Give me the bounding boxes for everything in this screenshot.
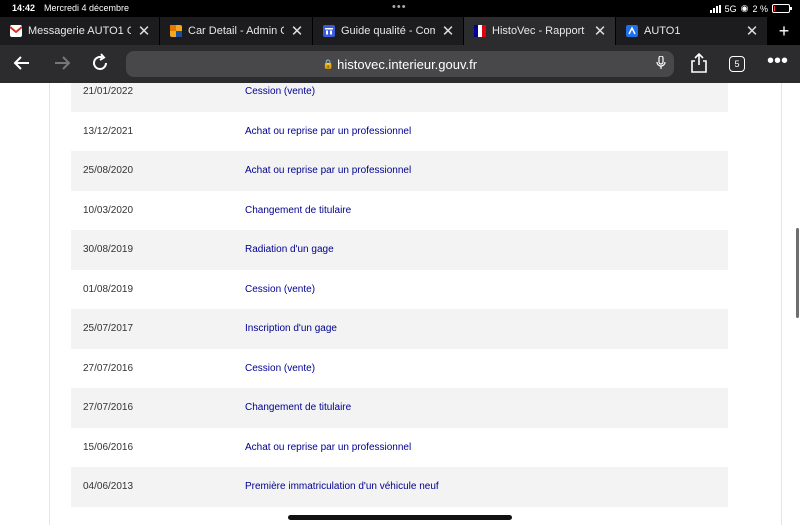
tab-messagerie[interactable]: Messagerie AUTO1 Gr ✕ xyxy=(0,17,160,45)
row-event: Cession (vente) xyxy=(245,362,316,374)
table-row: 15/06/2016 Achat ou reprise par un profe… xyxy=(71,427,728,467)
cellular-signal-icon xyxy=(709,4,721,13)
tab-title: AUTO1 xyxy=(644,25,681,37)
row-event: Achat ou reprise par un professionnel xyxy=(245,165,412,177)
guide-icon xyxy=(323,25,335,37)
arrow-left-icon xyxy=(13,56,29,70)
row-event: Inscription d'un gage xyxy=(245,323,337,335)
tab-guide-qualite[interactable]: Guide qualité - Comm ✕ xyxy=(313,17,464,45)
share-icon xyxy=(691,52,707,73)
row-date: 27/07/2016 xyxy=(83,402,134,414)
table-row: 25/08/2020 Achat ou reprise par un profe… xyxy=(71,151,728,191)
close-icon[interactable]: ✕ xyxy=(593,22,607,40)
url-text: histovec.interieur.gouv.fr xyxy=(337,56,478,72)
new-tab-button[interactable]: + xyxy=(768,17,800,45)
multitask-dots[interactable]: ••• xyxy=(392,1,407,13)
forward-button[interactable] xyxy=(52,53,72,78)
reload-icon xyxy=(93,53,107,70)
tab-overview-button[interactable]: 5 xyxy=(729,56,745,72)
reload-button[interactable] xyxy=(90,53,110,78)
location-icon: ◉ xyxy=(740,3,749,13)
table-row: 10/03/2020 Changement de titulaire xyxy=(71,190,728,230)
row-event: Changement de titulaire xyxy=(245,402,352,414)
row-event: Cession (vente) xyxy=(245,283,316,295)
gmail-icon xyxy=(9,25,23,37)
plus-icon: + xyxy=(778,20,790,41)
admin-icon xyxy=(170,25,182,37)
network-type: 5G xyxy=(724,3,737,14)
web-content: 21/01/2022 Cession (vente) 13/12/2021 Ac… xyxy=(0,83,800,525)
table-row: 27/07/2016 Changement de titulaire xyxy=(71,388,728,428)
row-date: 13/12/2021 xyxy=(83,125,134,137)
tab-title: Guide qualité - Comm xyxy=(341,25,435,37)
row-event: Achat ou reprise par un professionnel xyxy=(245,125,412,137)
row-date: 30/08/2019 xyxy=(83,244,134,256)
share-button[interactable] xyxy=(690,52,708,79)
close-icon[interactable]: ✕ xyxy=(137,22,151,40)
table-row: 01/08/2019 Cession (vente) xyxy=(71,269,728,309)
row-date: 25/07/2017 xyxy=(83,323,134,335)
row-date: 01/08/2019 xyxy=(83,283,134,295)
ellipsis-icon: ••• xyxy=(767,50,789,72)
tab-title: Messagerie AUTO1 Gr xyxy=(28,25,131,37)
tab-auto1[interactable]: AUTO1 ✕ xyxy=(616,17,768,45)
address-bar[interactable]: 🔒 histovec.interieur.gouv.fr xyxy=(126,51,674,77)
browser-toolbar: 🔒 histovec.interieur.gouv.fr 5 ••• xyxy=(0,45,800,83)
tab-title: Car Detail - Admin Ce xyxy=(188,25,284,37)
home-indicator[interactable] xyxy=(288,515,512,520)
scrollbar[interactable] xyxy=(796,228,799,318)
table-row: 04/06/2013 Première immatriculation d'un… xyxy=(71,467,728,507)
table-row: 21/01/2022 Cession (vente) xyxy=(71,83,728,112)
arrow-right-icon xyxy=(55,56,71,70)
tab-bar: Messagerie AUTO1 Gr ✕ Car Detail - Admin… xyxy=(0,17,800,45)
row-event: Achat ou reprise par un professionnel xyxy=(245,441,412,453)
tab-title: HistoVec - Rapport ve xyxy=(492,25,587,37)
tab-car-detail[interactable]: Car Detail - Admin Ce ✕ xyxy=(160,17,313,45)
table-row: 13/12/2021 Achat ou reprise par un profe… xyxy=(71,111,728,151)
divider xyxy=(781,83,782,525)
table-row: 30/08/2019 Radiation d'un gage xyxy=(71,230,728,270)
back-button[interactable] xyxy=(12,53,32,78)
auto1-icon xyxy=(626,25,638,37)
row-date: 25/08/2020 xyxy=(83,165,134,177)
row-event: Première immatriculation d'un véhicule n… xyxy=(245,481,439,493)
microphone-icon[interactable] xyxy=(656,55,666,73)
battery-percent: 2 % xyxy=(752,3,768,14)
histovec-icon xyxy=(474,25,486,37)
row-event: Changement de titulaire xyxy=(245,204,352,216)
battery-icon xyxy=(772,4,792,13)
table-row: 27/07/2016 Cession (vente) xyxy=(71,348,728,388)
close-icon[interactable]: ✕ xyxy=(745,22,759,40)
row-date: 10/03/2020 xyxy=(83,204,134,216)
status-date: Mercredi 4 décembre xyxy=(44,3,130,13)
more-menu-button[interactable]: ••• xyxy=(767,50,788,73)
row-date: 21/01/2022 xyxy=(83,86,134,98)
row-date: 15/06/2016 xyxy=(83,441,134,453)
tab-histovec[interactable]: HistoVec - Rapport ve ✕ xyxy=(464,17,616,45)
row-event: Radiation d'un gage xyxy=(245,244,334,256)
status-time: 14:42 xyxy=(12,3,36,13)
status-bar: 14:42 Mercredi 4 décembre ••• 5G ◉ 2 % xyxy=(0,0,800,17)
history-table: 21/01/2022 Cession (vente) 13/12/2021 Ac… xyxy=(71,83,728,507)
row-date: 04/06/2013 xyxy=(83,481,134,493)
table-row: 25/07/2017 Inscription d'un gage xyxy=(71,309,728,349)
close-icon[interactable]: ✕ xyxy=(441,22,455,40)
row-date: 27/07/2016 xyxy=(83,362,134,374)
row-event: Cession (vente) xyxy=(245,86,316,98)
close-icon[interactable]: ✕ xyxy=(290,22,304,40)
status-indicators: 5G ◉ 2 % xyxy=(709,3,792,14)
divider xyxy=(49,83,50,525)
lock-icon: 🔒 xyxy=(322,58,335,69)
